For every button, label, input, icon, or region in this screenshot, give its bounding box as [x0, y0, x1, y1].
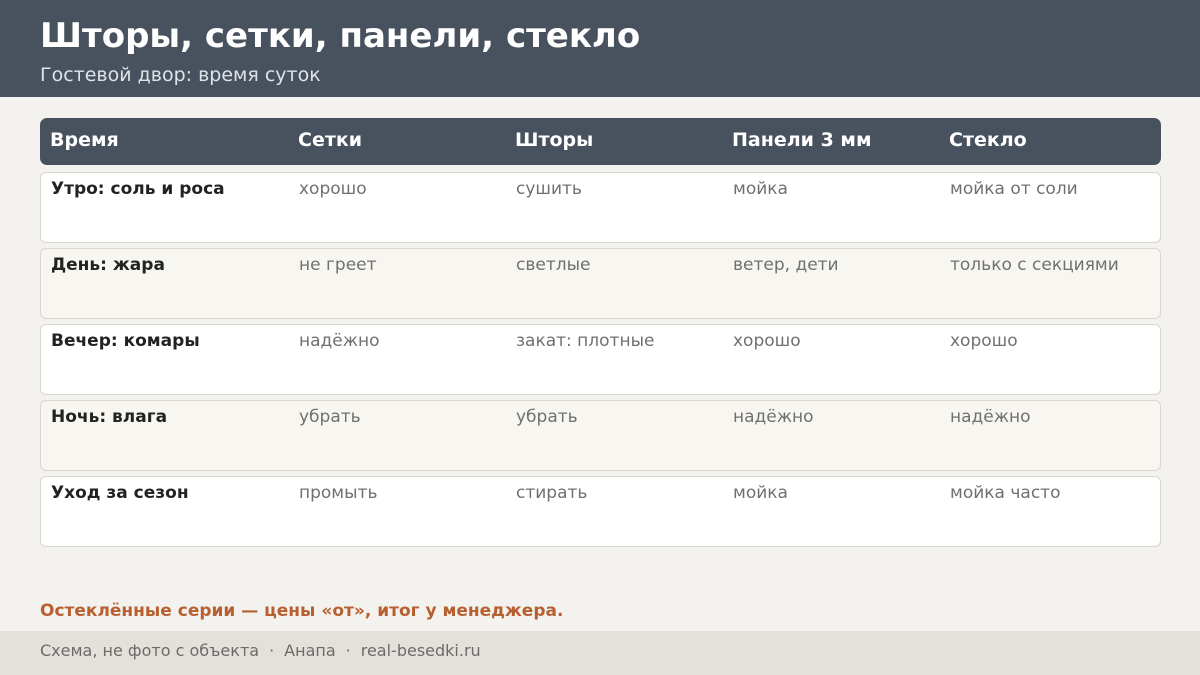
table-cell: стирать — [516, 483, 588, 503]
column-header-panels: Панели 3 мм — [732, 129, 872, 151]
table-row: Вечер: комары надёжно закат: плотные хор… — [40, 324, 1161, 395]
table-header: Время Сетки Шторы Панели 3 мм Стекло — [40, 118, 1161, 165]
page-title: Шторы, сетки, панели, стекло — [40, 16, 641, 56]
footer-text: Схема, не фото с объекта · Анапа · real-bese… — [40, 640, 481, 662]
table-cell: хорошо — [733, 331, 801, 351]
pricing-note: Остеклённые серии — цены «от», итог у ме… — [40, 601, 564, 621]
column-header-glass: Стекло — [949, 129, 1027, 151]
table-cell: мойка часто — [950, 483, 1061, 503]
table-row: День: жара не греет светлые ветер, дети … — [40, 248, 1161, 319]
column-header-nets: Сетки — [298, 129, 363, 151]
table-cell: мойка — [733, 179, 788, 199]
row-label: Уход за сезон — [51, 483, 189, 503]
table-cell: ветер, дети — [733, 255, 839, 275]
table-cell: надёжно — [299, 331, 380, 351]
footer-disclaimer: Схема, не фото с объекта — [40, 641, 260, 660]
table-cell: хорошо — [299, 179, 367, 199]
table-cell: надёжно — [950, 407, 1031, 427]
column-header-time: Время — [50, 129, 119, 151]
table-row: Утро: соль и роса хорошо сушить мойка мо… — [40, 172, 1161, 243]
table-row: Ночь: влага убрать убрать надёжно надёжн… — [40, 400, 1161, 471]
table-cell: закат: плотные — [516, 331, 655, 351]
row-label: Утро: соль и роса — [51, 179, 225, 199]
row-label: Вечер: комары — [51, 331, 200, 351]
table-cell: сушить — [516, 179, 582, 199]
table-cell: только с секциями — [950, 255, 1119, 275]
page-header: Шторы, сетки, панели, стекло Гостевой дв… — [0, 0, 1200, 97]
page-footer: Схема, не фото с объекта · Анапа · real-bese… — [0, 631, 1200, 675]
page-subtitle: Гостевой двор: время суток — [40, 64, 321, 86]
footer-separator: · — [269, 641, 275, 660]
column-header-curtains: Шторы — [515, 129, 594, 151]
row-label: День: жара — [51, 255, 165, 275]
footer-city: Анапа — [284, 641, 336, 660]
table-row: Уход за сезон промыть стирать мойка мойк… — [40, 476, 1161, 547]
table-cell: хорошо — [950, 331, 1018, 351]
table-cell: надёжно — [733, 407, 814, 427]
table-cell: светлые — [516, 255, 591, 275]
table-cell: не греет — [299, 255, 377, 275]
table-cell: убрать — [516, 407, 578, 427]
row-label: Ночь: влага — [51, 407, 168, 427]
table-cell: промыть — [299, 483, 378, 503]
table-cell: мойка от соли — [950, 179, 1078, 199]
footer-site-link[interactable]: real-besedki.ru — [361, 641, 481, 660]
table-cell: убрать — [299, 407, 361, 427]
table-cell: мойка — [733, 483, 788, 503]
footer-separator: · — [345, 641, 351, 660]
